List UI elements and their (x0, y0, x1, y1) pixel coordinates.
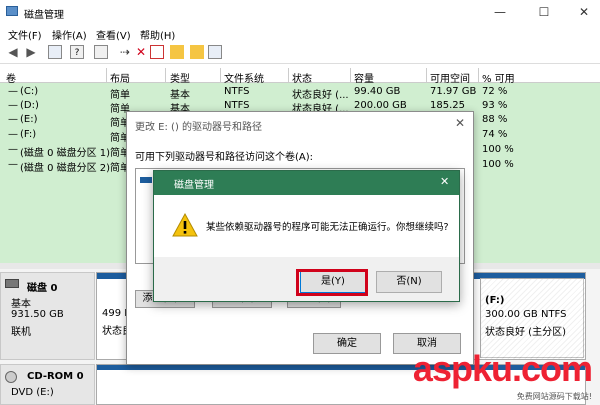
menu-help[interactable]: 帮助(H) (140, 27, 175, 42)
disk-kind: 基本 (11, 299, 31, 310)
disc-icon (5, 371, 17, 383)
folder-search-icon[interactable] (190, 45, 204, 59)
disk-state: 联机 (11, 327, 31, 338)
confirm-body: 某些依赖驱动器号的程序可能无法正确运行。你想继续吗? (154, 195, 459, 257)
app-icon (6, 6, 18, 16)
drive-icon (140, 177, 152, 183)
dialog-description: 可用下列驱动器号和路径访问这个卷(A): (135, 152, 314, 163)
volume-row[interactable]: — (C:) 简单 基本 NTFS 状态良好 (... 99.40 GB 71.97 G… (0, 85, 600, 101)
console-tree-icon[interactable] (48, 45, 62, 59)
confirm-title: 磁盘管理 (174, 180, 214, 191)
no-button[interactable]: 否(N) (376, 271, 442, 293)
confirm-message: 某些依赖驱动器号的程序可能无法正确运行。你想继续吗? (206, 222, 449, 233)
delete-icon[interactable]: ✕ (134, 45, 148, 59)
folder-up-icon[interactable] (170, 45, 184, 59)
menu-bar: 文件(F) 操作(A) 查看(V) 帮助(H) (0, 24, 600, 42)
watermark: aspku.com 免费网站源码下载站! (413, 348, 598, 404)
confirm-close-icon[interactable]: ✕ (440, 175, 449, 188)
hard-disk-icon (5, 279, 19, 288)
menu-file[interactable]: 文件(F) (8, 27, 42, 42)
back-icon[interactable]: ◀ (6, 45, 20, 59)
watermark-sub: 免费网站源码下载站! (516, 392, 592, 401)
maximize-button[interactable]: ☐ (536, 4, 552, 20)
warning-icon (172, 213, 198, 237)
minimize-button[interactable]: — (492, 4, 508, 20)
disk-0-label[interactable]: 磁盘 0 基本 931.50 GB 联机 (0, 272, 95, 360)
checklist-icon[interactable] (150, 45, 164, 59)
highlight-box (296, 269, 368, 296)
menu-view[interactable]: 查看(V) (96, 27, 131, 42)
menu-action[interactable]: 操作(A) (52, 27, 87, 42)
watermark-brand: aspku.com (412, 348, 593, 389)
dialog-close-icon[interactable]: ✕ (455, 116, 465, 130)
cdrom-label[interactable]: CD-ROM 0 DVD (E:) (0, 364, 95, 405)
partition-f[interactable]: (F:) 300.00 GB NTFS 状态良好 (主分区) (480, 278, 585, 359)
forward-icon[interactable]: ▶ (24, 45, 38, 59)
list-view-icon[interactable] (208, 45, 222, 59)
connect-icon[interactable]: ⇢ (118, 45, 132, 59)
window-title: 磁盘管理 (24, 10, 64, 21)
toolbar: ◀ ▶ ? ⇢ ✕ (0, 42, 600, 64)
properties-icon[interactable] (94, 45, 108, 59)
close-button[interactable]: ✕ (576, 4, 592, 20)
confirm-title-bar: 磁盘管理 ✕ (154, 171, 459, 195)
volume-list-header: 卷 布局 类型 文件系统 状态 容量 可用空间 % 可用 (0, 68, 600, 85)
ok-button[interactable]: 确定 (313, 333, 381, 354)
help-icon[interactable]: ? (70, 45, 84, 59)
dialog-title: 更改 E: () 的驱动器号和路径 (135, 122, 263, 133)
title-bar: 磁盘管理 — ☐ ✕ (0, 0, 600, 24)
disk-size: 931.50 GB (11, 309, 64, 320)
disk-name: 磁盘 0 (27, 283, 58, 294)
